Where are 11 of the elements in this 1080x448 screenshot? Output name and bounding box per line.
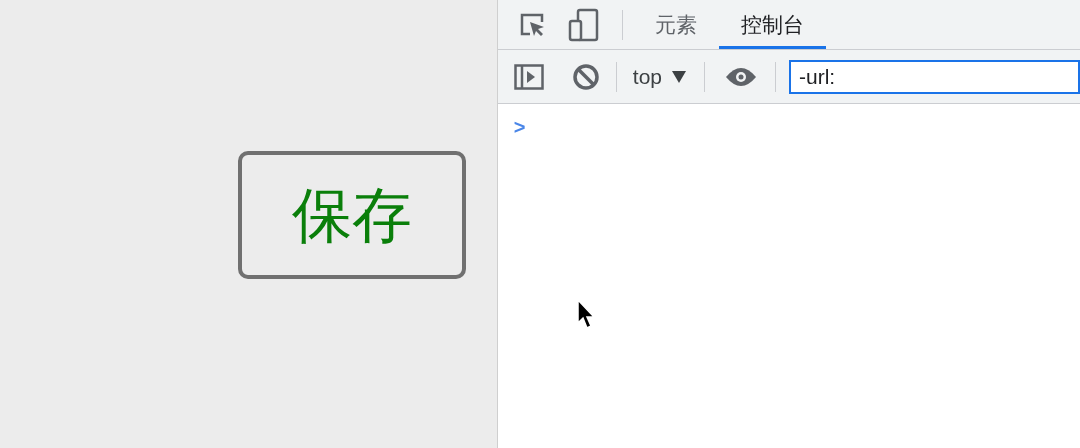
eye-icon[interactable] [725,66,757,87]
filter-field[interactable]: -url: [789,59,1080,94]
context-dropdown[interactable]: top [632,60,686,93]
mouse-pointer-icon [577,299,595,329]
clear-console-icon[interactable] [571,62,600,91]
save-button[interactable]: 保存 [238,151,466,279]
sidebar-toggle-icon[interactable] [513,63,544,90]
device-toggle-icon[interactable] [567,7,600,42]
devtools-tab[interactable]: 元素 [632,0,719,49]
dropdown-caret-icon [672,70,686,83]
console-prompt: > [513,115,526,140]
